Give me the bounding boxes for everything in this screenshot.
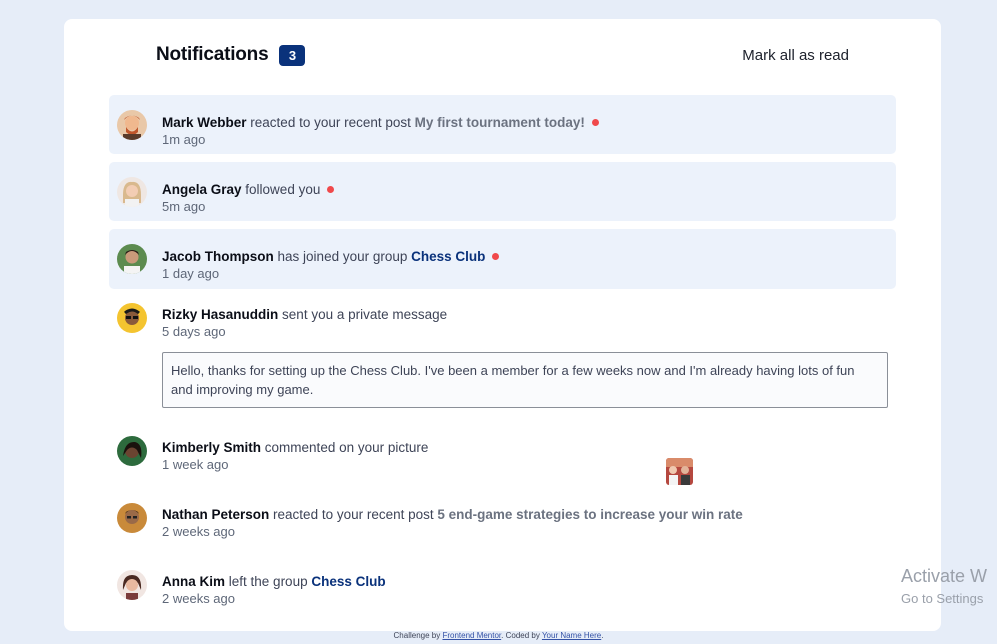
unread-dot: [492, 252, 500, 260]
commented-picture-thumbnail[interactable]: [666, 458, 693, 485]
notification-time: 1 week ago: [162, 457, 229, 472]
avatar[interactable]: [117, 570, 147, 600]
avatar[interactable]: [117, 177, 147, 207]
notification-time: 2 weeks ago: [162, 591, 235, 606]
notification-action: sent you a private message: [282, 307, 448, 322]
user-name[interactable]: Angela Gray: [162, 182, 242, 197]
notification-time: 1 day ago: [162, 266, 220, 281]
user-name[interactable]: Mark Webber: [162, 115, 247, 130]
unread-count-badge: 3: [279, 44, 306, 66]
notification-item[interactable]: Rizky Hasanuddin sent you a private mess…: [109, 289, 896, 424]
notification-action: has joined your group: [277, 249, 408, 264]
notification-time: 2 weeks ago: [162, 524, 235, 539]
unread-dot: [591, 118, 599, 126]
notifications-header: Notifications 3 Mark all as read: [156, 43, 849, 67]
notification-item[interactable]: Nathan Peterson reacted to your recent p…: [109, 491, 896, 558]
avatar[interactable]: [117, 503, 147, 533]
unread-dot: [327, 185, 335, 193]
notification-action: reacted to your recent post: [250, 115, 411, 130]
avatar[interactable]: [117, 110, 147, 140]
notification-item[interactable]: Kimberly Smith commented on your picture…: [109, 424, 896, 491]
notification-action: left the group: [228, 574, 308, 589]
notification-item[interactable]: Jacob Thompson has joined your group Che…: [109, 229, 896, 289]
footer-attribution: Challenge by Frontend Mentor. Coded by Y…: [393, 631, 604, 640]
avatar[interactable]: [117, 303, 147, 333]
notifications-card: Notifications 3 Mark all as read Mark We…: [64, 19, 941, 631]
mark-all-read-button[interactable]: Mark all as read: [742, 47, 849, 64]
group-link[interactable]: Chess Club: [311, 574, 385, 589]
user-name[interactable]: Anna Kim: [162, 574, 225, 589]
post-link[interactable]: My first tournament today!: [415, 115, 585, 130]
user-name[interactable]: Nathan Peterson: [162, 507, 269, 522]
notification-item[interactable]: Anna Kim left the group Chess Club 2 wee…: [109, 558, 896, 620]
group-link[interactable]: Chess Club: [411, 249, 485, 264]
windows-activation-watermark: Activate W Go to Settings: [901, 566, 988, 606]
user-name[interactable]: Kimberly Smith: [162, 440, 261, 455]
notification-time: 1m ago: [162, 132, 206, 147]
notification-action: commented on your picture: [264, 440, 429, 455]
notification-item[interactable]: Angela Gray followed you 5m ago: [109, 162, 896, 221]
user-name[interactable]: Jacob Thompson: [162, 249, 274, 264]
notification-list: Mark Webber reacted to your recent post …: [109, 95, 896, 620]
notification-item[interactable]: Mark Webber reacted to your recent post …: [109, 95, 896, 154]
notification-action: followed you: [245, 182, 321, 197]
notification-time: 5m ago: [162, 199, 206, 214]
page-title: Notifications: [156, 44, 269, 65]
private-message-preview[interactable]: Hello, thanks for setting up the Chess C…: [162, 352, 888, 408]
notification-action: reacted to your recent post: [273, 507, 434, 522]
user-name[interactable]: Rizky Hasanuddin: [162, 307, 278, 322]
avatar[interactable]: [117, 244, 147, 274]
notification-time: 5 days ago: [162, 324, 226, 339]
author-link[interactable]: Your Name Here: [542, 631, 601, 640]
frontend-mentor-link[interactable]: Frontend Mentor: [442, 631, 501, 640]
avatar[interactable]: [117, 436, 147, 466]
post-link[interactable]: 5 end-game strategies to increase your w…: [437, 507, 742, 522]
